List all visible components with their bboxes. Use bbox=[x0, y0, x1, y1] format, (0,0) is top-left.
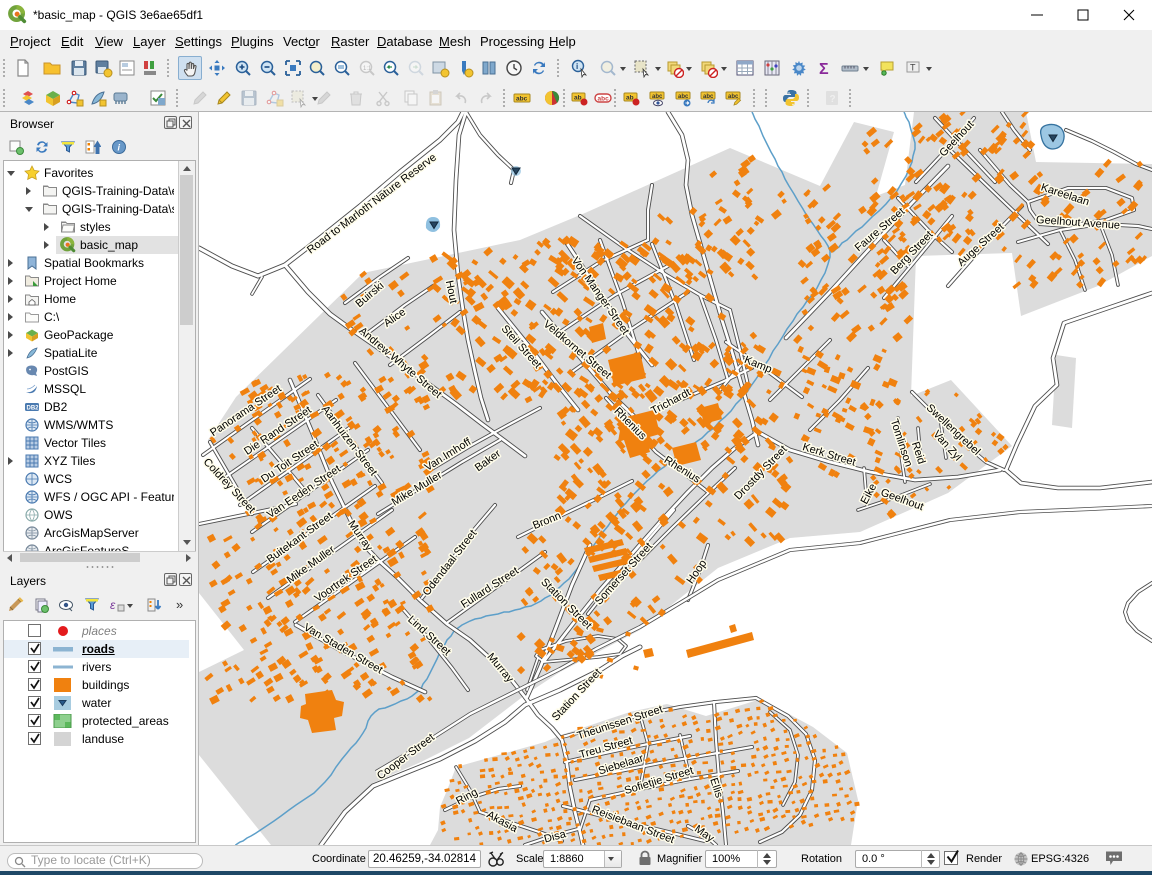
svg-text:i: i bbox=[576, 62, 578, 71]
svg-text:ab: ab bbox=[626, 95, 634, 102]
svg-text:abc: abc bbox=[516, 96, 528, 103]
svg-text:?: ? bbox=[830, 94, 836, 105]
svg-text:abc: abc bbox=[598, 96, 610, 103]
svg-text:abc: abc bbox=[703, 94, 714, 100]
svg-text:Station Street: Station Street bbox=[550, 666, 604, 723]
svg-text:T: T bbox=[910, 63, 916, 73]
svg-text:abc: abc bbox=[728, 94, 739, 100]
svg-text:ab: ab bbox=[574, 95, 582, 102]
svg-text:ε: ε bbox=[110, 598, 116, 612]
svg-text:DB2: DB2 bbox=[27, 406, 40, 412]
svg-text:abc: abc bbox=[652, 94, 663, 100]
svg-text:abc: abc bbox=[678, 94, 689, 100]
svg-text:Σ: Σ bbox=[819, 61, 829, 78]
svg-text:1:1: 1:1 bbox=[363, 66, 372, 72]
svg-text:Road to Marloth Nature Reserve: Road to Marloth Nature Reserve bbox=[305, 151, 439, 256]
